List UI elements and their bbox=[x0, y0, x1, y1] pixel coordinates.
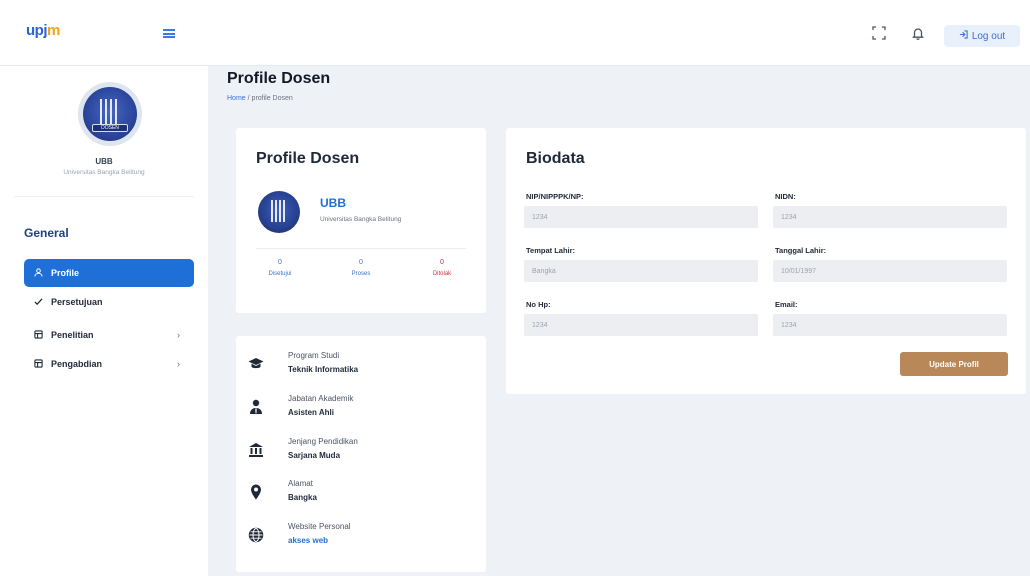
check-icon bbox=[32, 297, 44, 308]
profile-divider bbox=[256, 248, 466, 249]
sidebar-item-pengabdian[interactable]: Pengabdian › bbox=[24, 350, 194, 378]
hamburger-icon[interactable] bbox=[163, 29, 175, 38]
update-profile-button[interactable]: Update Profil bbox=[900, 352, 1008, 376]
info-row-jenjang-pendidikan: Jenjang Pendidikan Sarjana Muda bbox=[246, 434, 476, 470]
info-row-program-studi: Program Studi Teknik Informatika bbox=[246, 348, 476, 384]
logout-button[interactable]: Log out bbox=[944, 25, 1020, 47]
profile-card-title: Profile Dosen bbox=[256, 150, 360, 167]
sidebar: DOSEN UBB Universitas Bangka Belitung Ge… bbox=[0, 66, 208, 576]
stat-proses: 0 Proses bbox=[351, 259, 371, 277]
sidebar-item-persetujuan[interactable]: Persetujuan bbox=[24, 288, 194, 316]
profile-card: Profile Dosen UBB Universitas Bangka Bel… bbox=[236, 128, 486, 313]
profile-university: Universitas Bangka Belitung bbox=[320, 216, 402, 223]
info-card: Program Studi Teknik Informatika Jabatan… bbox=[236, 336, 486, 572]
top-bar: upjm Log out bbox=[0, 0, 1030, 66]
bell-icon[interactable] bbox=[911, 26, 927, 42]
sidebar-item-profile[interactable]: Profile bbox=[24, 259, 194, 287]
sidebar-user-name: UBB bbox=[95, 157, 113, 166]
user-tie-icon bbox=[246, 397, 266, 417]
sidebar-divider bbox=[14, 196, 194, 197]
breadcrumb-current: profile Dosen bbox=[251, 95, 293, 102]
chevron-right-icon: › bbox=[177, 330, 180, 340]
info-row-jabatan-akademik: Jabatan Akademik Asisten Ahli bbox=[246, 391, 476, 427]
tanggal-lahir-field[interactable]: 10/01/1997 bbox=[773, 260, 1007, 282]
university-logo-icon bbox=[258, 191, 300, 233]
university-icon bbox=[246, 440, 266, 460]
chevron-right-icon: › bbox=[177, 359, 180, 369]
stat-disetujui: 0 Disetujui bbox=[268, 259, 292, 277]
breadcrumb-home[interactable]: Home bbox=[227, 95, 246, 102]
avatar: DOSEN bbox=[78, 82, 142, 146]
stat-ditolak: 0 Ditolak bbox=[432, 259, 452, 277]
logout-icon bbox=[959, 30, 968, 42]
globe-icon bbox=[246, 525, 266, 545]
no-hp-field[interactable]: 1234 bbox=[524, 314, 758, 336]
document-icon bbox=[32, 358, 44, 370]
nidn-label: NIDN: bbox=[775, 192, 796, 201]
tanggal-lahir-label: Tanggal Lahir: bbox=[775, 246, 827, 255]
document-icon bbox=[32, 329, 44, 341]
sidebar-university: Universitas Bangka Belitung bbox=[63, 169, 145, 176]
logo[interactable]: upjm bbox=[26, 22, 60, 39]
info-row-alamat: Alamat Bangka bbox=[246, 476, 476, 512]
tempat-lahir-field[interactable]: Bangka bbox=[524, 260, 758, 282]
nip-label: NIP/NIPPPK/NP: bbox=[526, 192, 584, 201]
info-row-website-personal: Website Personal akses web bbox=[246, 519, 476, 555]
biodata-card: Biodata NIP/NIPPPK/NP: 1234 NIDN: 1234 T… bbox=[506, 128, 1026, 394]
tempat-lahir-label: Tempat Lahir: bbox=[526, 246, 576, 255]
university-logo-icon: DOSEN bbox=[83, 87, 137, 141]
email-field[interactable]: 1234 bbox=[773, 314, 1007, 336]
sidebar-item-penelitian[interactable]: Penelitian › bbox=[24, 321, 194, 349]
avatar-badge: DOSEN bbox=[92, 124, 128, 132]
nidn-field[interactable]: 1234 bbox=[773, 206, 1007, 228]
breadcrumb: Home / profile Dosen bbox=[227, 95, 293, 102]
graduation-cap-icon bbox=[246, 354, 266, 374]
email-label: Email: bbox=[775, 300, 798, 309]
website-link[interactable]: akses web bbox=[288, 536, 328, 545]
biodata-title: Biodata bbox=[526, 150, 585, 167]
location-pin-icon bbox=[246, 482, 266, 502]
no-hp-label: No Hp: bbox=[526, 300, 551, 309]
fullscreen-icon[interactable] bbox=[872, 26, 888, 42]
profile-name: UBB bbox=[320, 196, 346, 210]
logout-label: Log out bbox=[971, 30, 1006, 42]
nip-field[interactable]: 1234 bbox=[524, 206, 758, 228]
user-icon bbox=[32, 267, 44, 279]
sidebar-section-title: General bbox=[24, 226, 69, 240]
page-title: Profile Dosen bbox=[227, 70, 331, 87]
